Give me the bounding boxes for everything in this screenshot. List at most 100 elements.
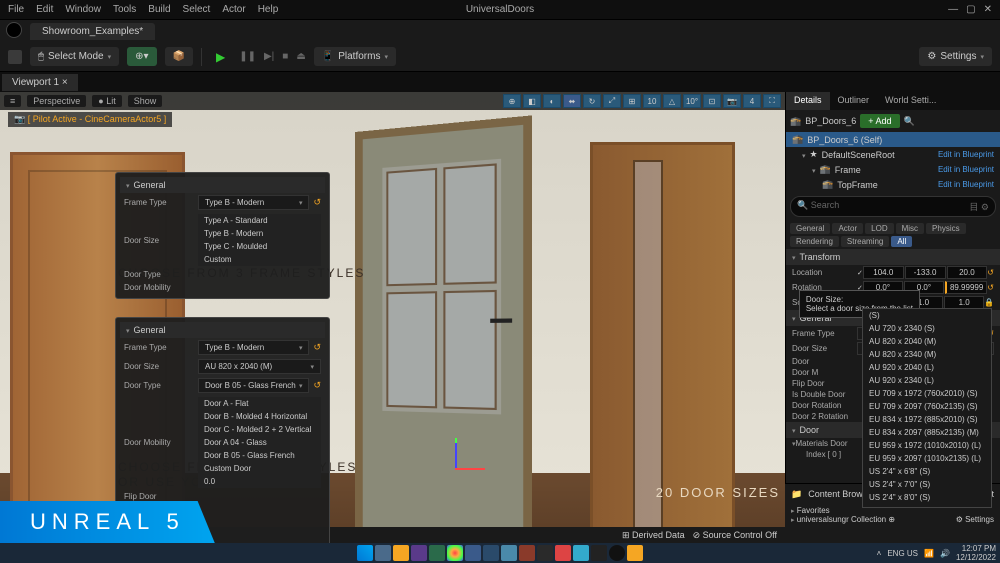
door-type-option[interactable]: Custom Door — [198, 462, 321, 475]
tab-details[interactable]: Details — [786, 92, 830, 110]
taskbar-app-icon[interactable] — [393, 545, 409, 561]
tray-chevron[interactable]: ˄ — [877, 549, 882, 558]
component-search-icon[interactable]: 🔍 — [904, 116, 915, 127]
add-content-button[interactable]: ⊕▾ — [127, 47, 156, 66]
frame-option[interactable]: Type B - Modern — [198, 227, 321, 240]
loc-z[interactable]: 20.0 — [947, 266, 988, 279]
vp-speed-icon[interactable]: 📷 — [723, 94, 741, 108]
filter-pill[interactable]: Streaming — [841, 236, 889, 247]
play-button[interactable]: ▶ — [210, 50, 231, 64]
door-type-option[interactable]: Door A 04 - Glass — [198, 436, 321, 449]
taskbar-app-icon[interactable] — [555, 545, 571, 561]
door-size-option[interactable]: EU 959 x 1972 (1010x2010) (L) — [863, 439, 991, 452]
transform-gizmo[interactable] — [430, 443, 480, 493]
frame-type-dropdown[interactable]: Type B - Modern — [198, 195, 309, 210]
menu-edit[interactable]: Edit — [36, 4, 53, 15]
door-size-option[interactable]: (S) — [863, 309, 991, 322]
taskbar-app-icon[interactable] — [537, 545, 553, 561]
door-size-option[interactable]: US 2'8" x 6'8" (M) — [863, 504, 991, 508]
menu-tools[interactable]: Tools — [113, 4, 136, 15]
tree-item[interactable]: ★DefaultSceneRootEdit in Blueprint — [786, 147, 1000, 162]
viewport[interactable]: ≡ Perspective ● Lit Show ⊕ ◧ ◐ ⬌ ↻ ⤢ ⊞ 1… — [0, 92, 785, 543]
select-mode-button[interactable]: 🖱Select Mode — [30, 47, 119, 66]
vp-speed-value[interactable]: 4 — [743, 94, 761, 108]
menu-help[interactable]: Help — [258, 4, 279, 15]
door-size-option[interactable]: US 2'4" x 7'0" (S) — [863, 478, 991, 491]
save-icon[interactable] — [8, 50, 22, 64]
door-size-option[interactable]: EU 959 x 2097 (1010x2135) (L) — [863, 452, 991, 465]
vp-angle-value[interactable]: 10° — [683, 94, 701, 108]
show-button[interactable]: Show — [128, 95, 163, 107]
taskbar-app-icon[interactable] — [465, 545, 481, 561]
rot-z[interactable]: 89.99999 — [945, 281, 987, 294]
door-type-option[interactable]: Door B 05 - Glass French — [198, 449, 321, 462]
viewport-tab[interactable]: Viewport 1 × — [2, 74, 78, 91]
filter-pill[interactable]: Physics — [926, 223, 966, 234]
tree-item[interactable]: 🕋FrameEdit in Blueprint — [786, 162, 1000, 177]
close-tab-icon[interactable]: × — [62, 77, 68, 88]
door-type-option[interactable]: Door C - Molded 2 + 2 Vertical — [198, 423, 321, 436]
marketplace-button[interactable]: 📦 — [165, 47, 193, 66]
tab-outliner[interactable]: Outliner — [830, 92, 878, 110]
vp-snap-value[interactable]: 10 — [643, 94, 661, 108]
menu-actor[interactable]: Actor — [222, 4, 245, 15]
vp-tool-icon[interactable]: ⊕ — [503, 94, 521, 108]
filter-pill[interactable]: Rendering — [790, 236, 839, 247]
door-size-option[interactable]: EU 834 x 2097 (885x2135) (M) — [863, 426, 991, 439]
door-size-option[interactable]: US 2'4" x 6'8" (S) — [863, 465, 991, 478]
door-size-option[interactable]: AU 820 x 2340 (M) — [863, 348, 991, 361]
pause-button[interactable]: ❚❚ — [239, 51, 256, 62]
door-size-dropdown[interactable]: (S)AU 720 x 2340 (S)AU 820 x 2040 (M)AU … — [862, 308, 992, 508]
vp-rotate-icon[interactable]: ↻ — [583, 94, 601, 108]
viewport-options-button[interactable]: ≡ — [4, 95, 21, 107]
door-size-field[interactable]: AU 820 x 2040 (M) — [198, 359, 321, 374]
platforms-button[interactable]: 📱Platforms — [314, 47, 396, 66]
taskbar-app-icon[interactable] — [447, 545, 463, 561]
menu-file[interactable]: File — [8, 4, 24, 15]
vp-tool-icon[interactable]: ◧ — [523, 94, 541, 108]
filter-pill[interactable]: Actor — [832, 223, 863, 234]
vp-angle-snap[interactable]: △ — [663, 94, 681, 108]
door-type-field[interactable]: Door B 05 - Glass French — [198, 378, 309, 393]
details-search[interactable]: 🔍 Search目 ⚙ — [790, 196, 996, 217]
tree-item[interactable]: 🕋TopFrameEdit in Blueprint — [786, 177, 1000, 192]
loc-x[interactable]: 104.0 — [863, 266, 904, 279]
tray-lang[interactable]: ENG US — [887, 549, 918, 558]
taskbar-app-icon[interactable] — [501, 545, 517, 561]
taskbar-app-icon[interactable] — [573, 545, 589, 561]
taskbar-app-icon[interactable] — [429, 545, 445, 561]
door-size-option[interactable]: AU 920 x 2340 (L) — [863, 374, 991, 387]
tab-world-settings[interactable]: World Setti... — [877, 92, 944, 110]
taskbar-app-icon[interactable] — [591, 545, 607, 561]
menu-build[interactable]: Build — [148, 4, 170, 15]
tray-date[interactable]: 12/12/2022 — [956, 553, 996, 562]
door-size-option[interactable]: AU 720 x 2340 (S) — [863, 322, 991, 335]
close-icon[interactable]: ✕ — [984, 4, 992, 15]
taskbar-app-icon[interactable] — [519, 545, 535, 561]
settings-button[interactable]: ⚙Settings — [919, 47, 992, 66]
taskbar-app-icon[interactable] — [609, 545, 625, 561]
vp-translate-icon[interactable]: ⬌ — [563, 94, 581, 108]
door-size-option[interactable]: EU 834 x 1972 (885x2010) (S) — [863, 413, 991, 426]
taskbar-app-icon[interactable] — [411, 545, 427, 561]
frame-type-field[interactable]: Type B - Modern — [198, 340, 309, 355]
tray-time[interactable]: 12:07 PM — [956, 544, 996, 553]
door-size-option[interactable]: AU 820 x 2040 (M) — [863, 335, 991, 348]
tray-volume-icon[interactable]: 🔊 — [940, 549, 950, 558]
skip-button[interactable]: ▶| — [264, 51, 274, 62]
menu-window[interactable]: Window — [65, 4, 101, 15]
tree-item-self[interactable]: 🕋BP_Doors_6 (Self) — [786, 132, 1000, 147]
loc-y[interactable]: -133.0 — [905, 266, 946, 279]
eject-button[interactable]: ⏏ — [296, 51, 305, 62]
vp-maximize-icon[interactable]: ⛶ — [763, 94, 781, 108]
filter-pill[interactable]: Misc — [896, 223, 924, 234]
stop-button[interactable]: ■ — [282, 51, 288, 62]
frame-option[interactable]: Type C - Moulded — [198, 240, 321, 253]
lit-mode-button[interactable]: ● Lit — [92, 95, 121, 107]
cb-settings[interactable]: ⚙ Settings — [956, 515, 994, 524]
menu-select[interactable]: Select — [183, 4, 211, 15]
taskbar-app-icon[interactable] — [627, 545, 643, 561]
door-size-option[interactable]: AU 920 x 2040 (L) — [863, 361, 991, 374]
minimize-icon[interactable]: — — [948, 4, 958, 15]
door-size-option[interactable]: EU 709 x 2097 (760x2135) (S) — [863, 400, 991, 413]
